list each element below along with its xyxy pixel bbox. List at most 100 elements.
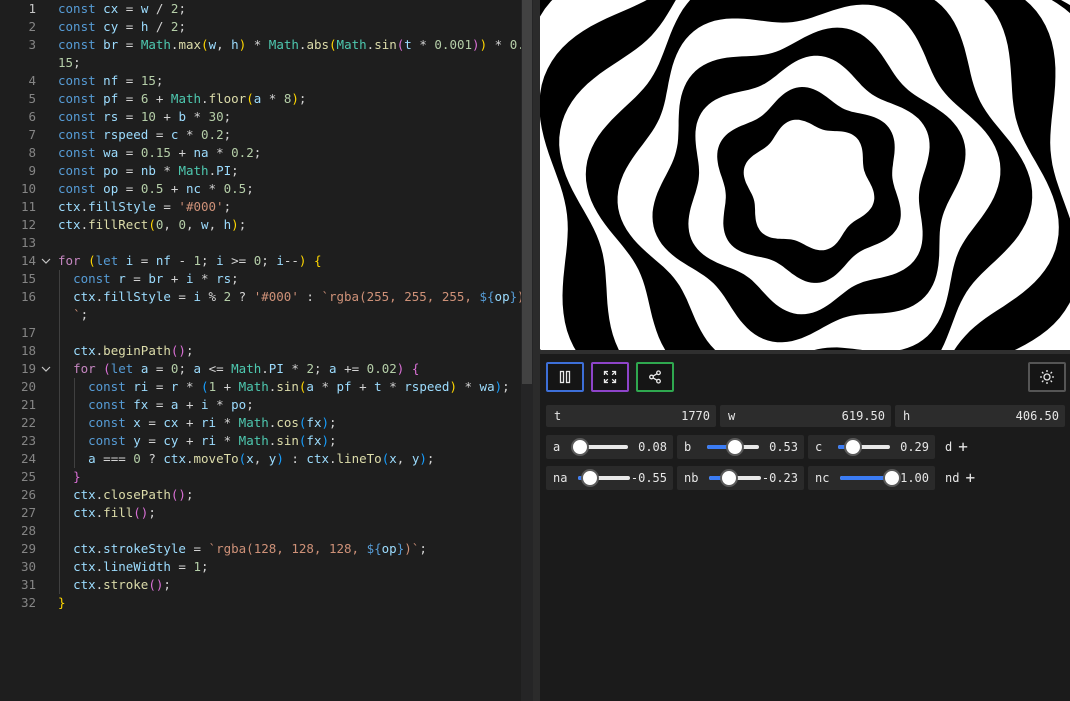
code-text: ctx.fillStyle = i % 2 ? '#000' : `rgba(2… [73,289,521,304]
code-editor[interactable]: 1 const cx = w / 2; 2 const cy = h / 2; 3 con… [0,0,521,701]
slider-handle[interactable] [844,438,863,456]
slider-handle[interactable] [725,438,744,456]
line-number: 22 [20,415,36,430]
slider-handle[interactable] [883,469,901,487]
param-slider-a[interactable]: a 0.08 [546,435,673,459]
code-line[interactable]: `; [0,306,521,324]
slider-value: 0.29 [900,440,929,454]
slider-label: c [815,440,823,454]
param-slider-na[interactable]: na -0.55 [546,466,673,490]
param-slider-nc[interactable]: nc 1.00 [808,466,935,490]
line-number: 15 [20,271,36,286]
slider-label: nb [684,471,699,485]
line-number: 25 [20,469,36,484]
slider-value: -0.23 [761,471,798,485]
code-line[interactable]: 11 ctx.fillStyle = '#000'; [0,198,521,216]
indent-guide [74,378,75,468]
readout-value: 406.50 [1015,409,1059,423]
code-line[interactable]: 1 const cx = w / 2; [0,0,521,18]
code-line[interactable]: 27 ctx.fill(); [0,504,521,522]
theme-toggle-button[interactable] [1028,362,1066,392]
canvas-preview[interactable] [540,0,1070,350]
code-text: `; [73,307,89,322]
code-line[interactable]: 32} [0,594,521,612]
share-button[interactable] [636,362,674,392]
code-text: a === 0 ? ctx.moveTo(x, y) : ctx.lineTo(… [88,451,435,466]
code-line[interactable]: 15 const r = br + i * rs; [0,270,521,288]
code-line[interactable]: 30 ctx.lineWidth = 1; [0,558,521,576]
code-line[interactable]: 25 } [0,468,521,486]
line-number: 1 [28,1,36,16]
line-number: 17 [20,325,36,340]
code-line[interactable]: 7 const rspeed = c * 0.2; [0,126,521,144]
line-number: 24 [20,451,36,466]
fold-chevron-icon[interactable] [40,363,52,375]
code-text: 15; [58,55,81,70]
code-line[interactable]: 15; [0,54,521,72]
code-line[interactable]: 20 const ri = r * (1 + Math.sin(a * pf +… [0,378,521,396]
param-slider-nb[interactable]: nb -0.23 [677,466,804,490]
line-number: 14 [20,253,36,268]
code-text: const cy = h / 2; [58,19,186,34]
slider-handle[interactable] [571,438,590,456]
code-text: ctx.closePath(); [73,487,194,502]
code-line[interactable]: 13 [0,234,521,252]
slider-value: 0.08 [638,440,667,454]
code-text: const wa = 0.15 + na * 0.2; [58,145,262,160]
code-line[interactable]: 23 const y = cy + ri * Math.sin(fx); [0,432,521,450]
code-line[interactable]: 29 ctx.strokeStyle = `rgba(128, 128, 128… [0,540,521,558]
code-text: const y = cy + ri * Math.sin(fx); [88,433,337,448]
add-param-nd[interactable]: nd + [945,466,975,490]
code-text: const rs = 10 + b * 30; [58,109,232,124]
code-line[interactable]: 19 for (let a = 0; a <= Math.PI * 2; a +… [0,360,521,378]
line-number: 20 [20,379,36,394]
param-slider-b[interactable]: b 0.53 [677,435,804,459]
code-line[interactable]: 31 ctx.stroke(); [0,576,521,594]
line-number: 4 [28,73,36,88]
code-line[interactable]: 9 const po = nb * Math.PI; [0,162,521,180]
code-line[interactable]: 24 a === 0 ? ctx.moveTo(x, y) : ctx.line… [0,450,521,468]
code-line[interactable]: 8 const wa = 0.15 + na * 0.2; [0,144,521,162]
slider-label: nc [815,471,830,485]
code-line[interactable]: 5 const pf = 6 + Math.floor(a * 8); [0,90,521,108]
indent-guide [59,270,60,594]
code-line[interactable]: 12 ctx.fillRect(0, 0, w, h); [0,216,521,234]
pause-button[interactable] [546,362,584,392]
code-text: ctx.fillRect(0, 0, w, h); [58,217,247,232]
param-slider-c[interactable]: c 0.29 [808,435,935,459]
code-text: ctx.strokeStyle = `rgba(128, 128, 128, $… [73,541,427,556]
slider-handle[interactable] [720,469,739,487]
code-line[interactable]: 10 const op = 0.5 + nc * 0.5; [0,180,521,198]
code-line[interactable]: 26 ctx.closePath(); [0,486,521,504]
readout-label: w [728,409,736,423]
code-line[interactable]: 18 ctx.beginPath(); [0,342,521,360]
code-line[interactable]: 21 const fx = a + i * po; [0,396,521,414]
add-param-label: d [945,440,953,454]
slider-handle[interactable] [580,469,599,487]
code-line[interactable]: 14 for (let i = nf - 1; i >= 0; i--) { [0,252,521,270]
code-line[interactable]: 22 const x = cx + ri * Math.cos(fx); [0,414,521,432]
code-text: ctx.beginPath(); [73,343,194,358]
code-text: ctx.fillStyle = '#000'; [58,199,232,214]
fold-chevron-icon[interactable] [40,255,52,267]
code-line[interactable]: 3 const br = Math.max(w, h) * Math.abs(Ma… [0,36,521,54]
fullscreen-button[interactable] [591,362,629,392]
slider-label: a [553,440,561,454]
line-number: 21 [20,397,36,412]
code-line[interactable]: 2 const cy = h / 2; [0,18,521,36]
line-number: 12 [20,217,36,232]
line-number: 30 [20,559,36,574]
code-line[interactable]: 17 [0,324,521,342]
code-line[interactable]: 28 [0,522,521,540]
plus-icon: + [965,468,976,487]
pane-resize-handle[interactable] [533,0,540,701]
readout-label: t [554,409,562,423]
editor-scrollbar-thumb[interactable] [522,0,532,384]
line-number: 28 [20,523,36,538]
code-line[interactable]: 6 const rs = 10 + b * 30; [0,108,521,126]
code-text: ctx.stroke(); [73,577,171,592]
code-line[interactable]: 4 const nf = 15; [0,72,521,90]
code-text: const nf = 15; [58,73,164,88]
add-param-d[interactable]: d + [945,435,968,459]
code-line[interactable]: 16 ctx.fillStyle = i % 2 ? '#000' : `rgb… [0,288,521,306]
